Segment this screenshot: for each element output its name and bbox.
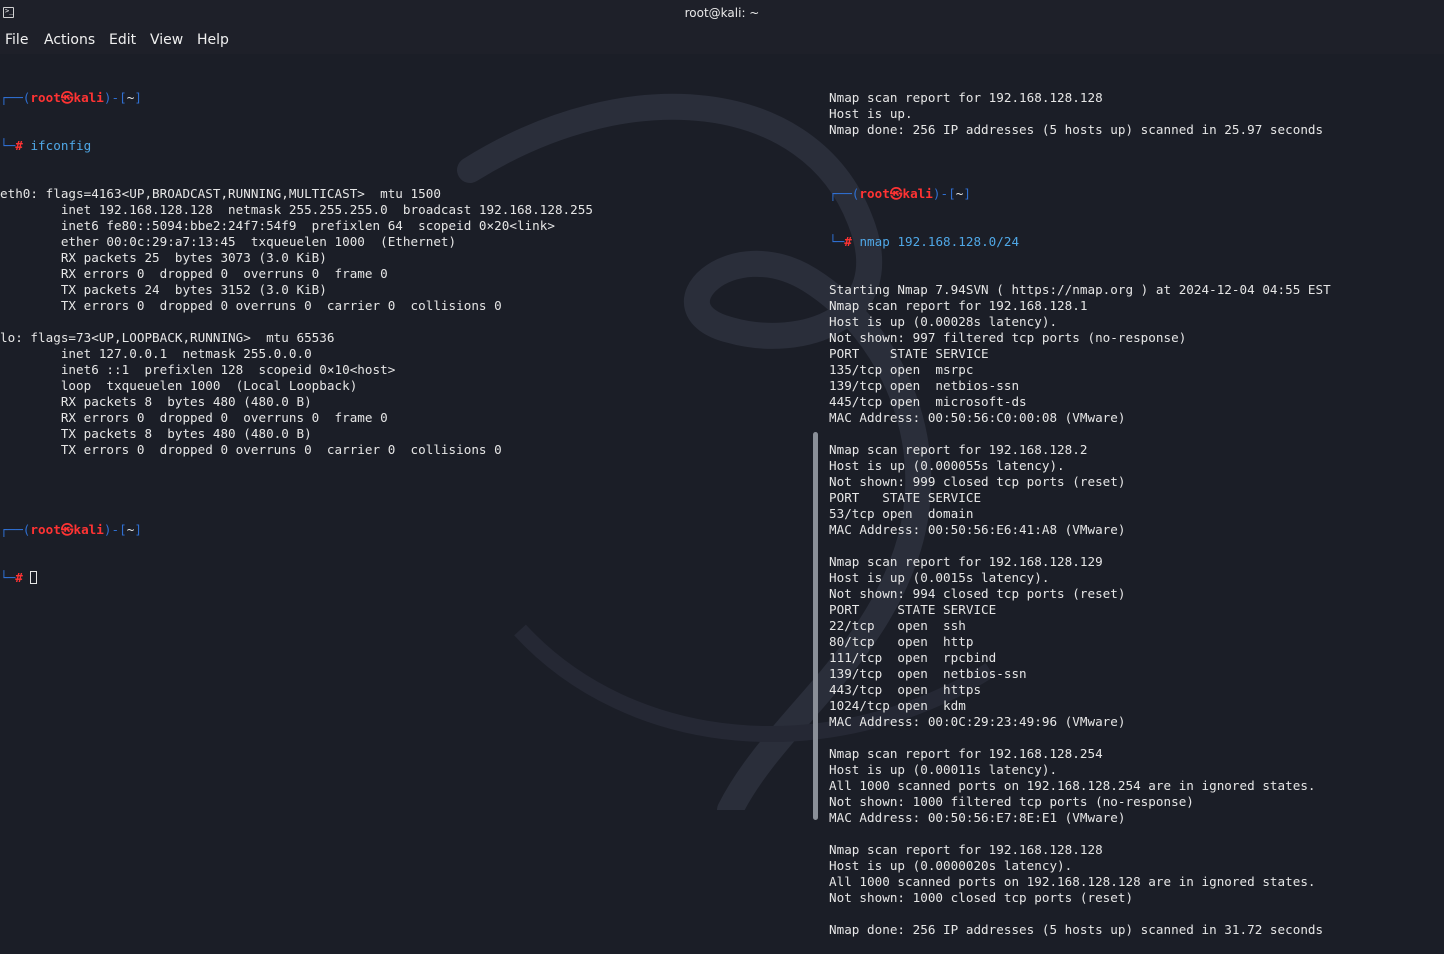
- output-line: PORT STATE SERVICE: [829, 602, 997, 617]
- output-line: All 1000 scanned ports on 192.168.128.25…: [829, 778, 1316, 793]
- output-line: 1024/tcp open kdm: [829, 698, 966, 713]
- output-line: Host is up (0.00028s latency).: [829, 314, 1058, 329]
- output-line: Nmap done: 256 IP addresses (5 hosts up)…: [829, 122, 1324, 137]
- menu-view[interactable]: View: [150, 27, 183, 54]
- output-line: MAC Address: 00:50:56:C0:00:08 (VMware): [829, 410, 1126, 425]
- left-terminal-pane[interactable]: ┌──(root㉿kali)-[~] └─# ifconfig eth0: fl…: [0, 58, 810, 602]
- output-line: eth0: flags=4163<UP,BROADCAST,RUNNING,MU…: [0, 186, 441, 201]
- output-line: RX errors 0 dropped 0 overruns 0 frame 0: [0, 410, 388, 425]
- text-cursor: [30, 571, 38, 584]
- active-command-line[interactable]: └─#: [0, 570, 810, 586]
- output-line: ether 00:0c:29:a7:13:45 txqueuelen 1000 …: [0, 234, 457, 249]
- output-line: Not shown: 997 filtered tcp ports (no-re…: [829, 330, 1187, 345]
- output-line: TX errors 0 dropped 0 overruns 0 carrier…: [0, 442, 502, 457]
- menu-bar: File Actions Edit View Help: [0, 27, 1444, 54]
- output-line: PORT STATE SERVICE: [829, 346, 989, 361]
- output-line: Not shown: 1000 closed tcp ports (reset): [829, 890, 1134, 905]
- output-line: Nmap scan report for 192.168.128.2: [829, 442, 1088, 457]
- menu-actions[interactable]: Actions: [44, 27, 95, 54]
- output-line: 139/tcp open netbios-ssn: [829, 666, 1027, 681]
- output-line: inet 127.0.0.1 netmask 255.0.0.0: [0, 346, 312, 361]
- output-line: inet6 fe80::5094:bbe2:24f7:54f9 prefixle…: [0, 218, 555, 233]
- output-line: Not shown: 994 closed tcp ports (reset): [829, 586, 1126, 601]
- menu-help[interactable]: Help: [197, 27, 229, 54]
- previous-nmap-output: Nmap scan report for 192.168.128.128 Host…: [829, 90, 1429, 154]
- output-line: 135/tcp open msrpc: [829, 362, 974, 377]
- prompt-line: ┌──(root㉿kali)-[~]: [829, 186, 971, 201]
- prompt-line: ┌──(root㉿kali)-[~]: [0, 90, 142, 105]
- menu-file[interactable]: File: [5, 27, 28, 54]
- output-line: Host is up.: [829, 106, 913, 121]
- output-line: Nmap scan report for 192.168.128.129: [829, 554, 1103, 569]
- output-line: MAC Address: 00:50:56:E6:41:A8 (VMware): [829, 522, 1126, 537]
- nmap-output: Starting Nmap 7.94SVN ( https://nmap.org…: [829, 282, 1429, 938]
- output-line: TX packets 8 bytes 480 (480.0 B): [0, 426, 312, 441]
- output-line: Host is up (0.0015s latency).: [829, 570, 1050, 585]
- command-text: ifconfig: [30, 138, 92, 153]
- output-line: TX packets 24 bytes 3152 (3.0 KiB): [0, 282, 327, 297]
- output-line: Host is up (0.000055s latency).: [829, 458, 1065, 473]
- output-line: 111/tcp open rpcbind: [829, 650, 997, 665]
- output-line: TX errors 0 dropped 0 overruns 0 carrier…: [0, 298, 502, 313]
- window-title: root@kali: ~: [684, 6, 760, 20]
- output-line: PORT STATE SERVICE: [829, 490, 982, 505]
- output-line: 445/tcp open microsoft-ds: [829, 394, 1027, 409]
- output-line: MAC Address: 00:0C:29:23:49:96 (VMware): [829, 714, 1126, 729]
- right-terminal-pane[interactable]: Nmap scan report for 192.168.128.128 Host…: [829, 58, 1429, 954]
- output-line: 443/tcp open https: [829, 682, 982, 697]
- output-line: All 1000 scanned ports on 192.168.128.12…: [829, 874, 1316, 889]
- output-line: RX packets 25 bytes 3073 (3.0 KiB): [0, 250, 327, 265]
- scrollbar[interactable]: [813, 432, 818, 820]
- menu-edit[interactable]: Edit: [109, 27, 136, 54]
- output-line: Not shown: 999 closed tcp ports (reset): [829, 474, 1126, 489]
- title-bar: >_ root@kali: ~: [0, 0, 1444, 27]
- output-line: Nmap scan report for 192.168.128.128: [829, 90, 1103, 105]
- output-line: RX errors 0 dropped 0 overruns 0 frame 0: [0, 266, 388, 281]
- output-line: 53/tcp open domain: [829, 506, 974, 521]
- output-line: Nmap done: 256 IP addresses (5 hosts up)…: [829, 922, 1324, 937]
- output-line: 80/tcp open http: [829, 634, 974, 649]
- output-line: Nmap scan report for 192.168.128.1: [829, 298, 1088, 313]
- output-line: Host is up (0.00011s latency).: [829, 762, 1058, 777]
- output-line: RX packets 8 bytes 480 (480.0 B): [0, 394, 312, 409]
- output-line: loop txqueuelen 1000 (Local Loopback): [0, 378, 358, 393]
- output-line: MAC Address: 00:50:56:E7:8E:E1 (VMware): [829, 810, 1126, 825]
- output-line: 22/tcp open ssh: [829, 618, 966, 633]
- output-line: 139/tcp open netbios-ssn: [829, 378, 1020, 393]
- output-line: inet 192.168.128.128 netmask 255.255.255…: [0, 202, 593, 217]
- output-line: Nmap scan report for 192.168.128.128: [829, 842, 1103, 857]
- command-line: └─# nmap 192.168.128.0/24: [829, 234, 1020, 249]
- output-line: inet6 ::1 prefixlen 128 scopeid 0×10<hos…: [0, 362, 396, 377]
- output-line: lo: flags=73<UP,LOOPBACK,RUNNING> mtu 65…: [0, 330, 335, 345]
- ifconfig-output: eth0: flags=4163<UP,BROADCAST,RUNNING,MU…: [0, 186, 810, 490]
- prompt-line: ┌──(root㉿kali)-[~]: [0, 522, 142, 537]
- command-line: └─# ifconfig: [0, 138, 92, 153]
- command-text: nmap 192.168.128.0/24: [859, 234, 1020, 249]
- output-line: Not shown: 1000 filtered tcp ports (no-r…: [829, 794, 1194, 809]
- output-line: Nmap scan report for 192.168.128.254: [829, 746, 1103, 761]
- output-line: Starting Nmap 7.94SVN ( https://nmap.org…: [829, 282, 1331, 297]
- output-line: Host is up (0.0000020s latency).: [829, 858, 1073, 873]
